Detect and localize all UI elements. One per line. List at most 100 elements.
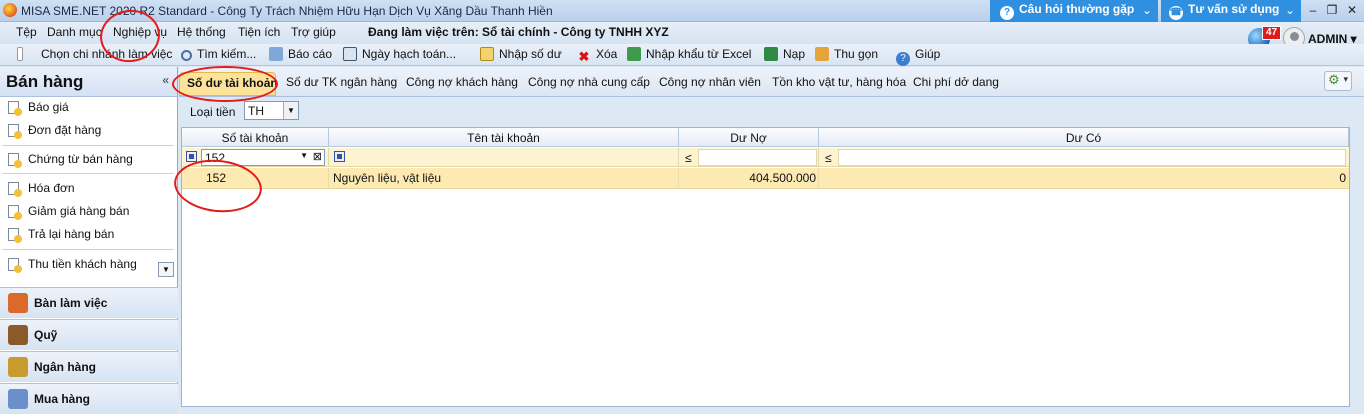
document-icon: [8, 228, 22, 243]
sidebar-item-label: Báo giá: [28, 100, 69, 114]
tab-bank-balance[interactable]: Số dư TK ngân hàng: [286, 75, 397, 89]
delete-button[interactable]: ✖ Xóa: [577, 47, 618, 64]
sidebar-item-label: Trả lại hàng bán: [28, 227, 115, 241]
chevron-down-icon[interactable]: ▼: [283, 102, 298, 119]
currency-value: TH: [248, 104, 264, 118]
working-on-label: Đang làm việc trên: Sổ tài chính - Công …: [368, 25, 669, 39]
tab-wip-cost[interactable]: Chi phí dở dang: [913, 75, 999, 89]
menu-file[interactable]: Tệp: [16, 25, 37, 39]
misa-logo-icon: [3, 3, 17, 17]
column-header-debit[interactable]: Dư Nợ: [679, 128, 819, 147]
credit-filter-input[interactable]: [838, 149, 1346, 166]
sidebar-item-customer-receipt[interactable]: Thu tiền khách hàng: [0, 254, 176, 276]
filter-row: 152 ▼ ⊠ ≤ ≤: [182, 148, 1349, 167]
load-button[interactable]: Nạp: [764, 47, 805, 61]
cell-debit[interactable]: 404.500.000: [679, 168, 819, 189]
restore-button[interactable]: ❐: [1324, 2, 1340, 18]
filter-cell-credit[interactable]: ≤: [819, 148, 1349, 167]
module-workspace[interactable]: Bàn làm việc: [0, 287, 178, 318]
module-purchasing[interactable]: Mua hàng: [0, 383, 178, 414]
sidebar-item-invoice[interactable]: Hóa đơn: [0, 178, 176, 200]
document-icon: [8, 101, 22, 116]
chevron-down-icon: ⌄: [1284, 3, 1295, 17]
menu-bar: Tệp Danh mục Nghiệp vụ Hệ thống Tiện ích…: [0, 22, 1364, 44]
tab-supplier-debt[interactable]: Công nợ nhà cung cấp: [528, 75, 650, 89]
tab-customer-debt[interactable]: Công nợ khách hàng: [406, 75, 518, 89]
enter-balance-button[interactable]: Nhập số dư: [480, 47, 562, 61]
sidebar-title: Bán hàng: [6, 72, 84, 91]
enter-balance-label: Nhập số dư: [499, 47, 562, 61]
module-label: Bàn làm việc: [34, 296, 108, 310]
sidebar-item-sales-order[interactable]: Đơn đặt hàng: [0, 120, 176, 142]
chevron-down-icon[interactable]: ▼: [300, 151, 308, 160]
currency-select[interactable]: TH ▼: [244, 101, 299, 120]
gear-icon[interactable]: ⚙: [1324, 71, 1352, 91]
filter-operator[interactable]: ≤: [825, 151, 832, 165]
table-row[interactable]: 152 Nguyên liệu, vật liệu 404.500.000 0: [182, 168, 1349, 189]
module-bank[interactable]: Ngân hàng: [0, 351, 178, 382]
question-icon: ?: [1000, 6, 1014, 20]
filter-operator-icon[interactable]: [186, 151, 197, 162]
menu-system[interactable]: Hệ thống: [177, 25, 226, 39]
report-button[interactable]: Báo cáo: [269, 47, 332, 61]
document-icon: [8, 153, 22, 168]
sidebar-item-sales-discount[interactable]: Giảm giá hàng bán: [0, 201, 176, 223]
cell-credit[interactable]: 0: [819, 168, 1349, 189]
filter-cell-account: 152 ▼ ⊠: [182, 148, 329, 167]
account-filter-input[interactable]: 152 ▼ ⊠: [201, 149, 325, 166]
cell-account-name[interactable]: Nguyên liệu, vật liệu: [329, 168, 679, 189]
sidebar-item-sales-return[interactable]: Trả lại hàng bán: [0, 224, 176, 246]
tab-inventory[interactable]: Tồn kho vật tư, hàng hóa: [772, 75, 906, 89]
menu-utilities[interactable]: Tiện ích: [238, 25, 280, 39]
tab-label: Số dư tài khoản: [187, 76, 278, 90]
posting-date-button[interactable]: Ngày hạch toán...: [343, 47, 456, 61]
chevron-down-icon: ⌄: [1141, 3, 1152, 17]
minimize-button[interactable]: –: [1305, 2, 1321, 18]
sidebar-divider: [2, 249, 174, 250]
headset-icon: ☎: [1169, 6, 1183, 20]
sidebar-item-label: Giảm giá hàng bán: [28, 204, 130, 218]
faq-button[interactable]: ? Câu hỏi thường gặp ⌄: [990, 0, 1158, 22]
sidebar-item-quotation[interactable]: Báo giá: [0, 97, 176, 119]
tab-employee-debt[interactable]: Công nợ nhân viên: [659, 75, 761, 89]
collapse-sidebar-icon[interactable]: «: [162, 73, 169, 87]
clear-filter-icon[interactable]: ⊠: [313, 150, 322, 163]
excel-icon: [627, 47, 641, 61]
help-button[interactable]: ? Giúp: [896, 47, 940, 66]
title-bar: MISA SME.NET 2020 R2 Standard - Công Ty …: [0, 0, 1364, 22]
sidebar-scroll-down-button[interactable]: ▼: [158, 262, 174, 277]
document-icon: [8, 182, 22, 197]
support-label: Tư vấn sử dụng: [1188, 2, 1280, 16]
currency-label: Loại tiền: [190, 105, 236, 119]
sidebar-divider: [2, 145, 174, 146]
search-button[interactable]: Tìm kiếm...: [181, 47, 256, 61]
notification-badge: 47: [1262, 26, 1282, 40]
menu-help[interactable]: Trợ giúp: [291, 25, 336, 39]
cell-account-number[interactable]: 152: [182, 168, 329, 189]
collapse-button[interactable]: Thu gọn: [815, 47, 878, 61]
import-excel-button[interactable]: Nhập khẩu từ Excel: [627, 47, 751, 61]
sidebar-item-sales-voucher[interactable]: Chứng từ bán hàng: [0, 149, 176, 171]
sidebar-item-label: Chứng từ bán hàng: [28, 152, 133, 166]
safe-icon: [8, 325, 28, 345]
branch-button[interactable]: Chọn chi nhánh làm việc: [17, 47, 172, 61]
module-label: Mua hàng: [34, 392, 90, 406]
close-button[interactable]: ✕: [1344, 2, 1360, 18]
delete-label: Xóa: [596, 47, 618, 61]
bank-icon: [8, 357, 28, 377]
support-button[interactable]: ☎ Tư vấn sử dụng ⌄: [1161, 0, 1301, 22]
column-header-account-number[interactable]: Số tài khoản: [182, 128, 329, 147]
filter-cell-debit[interactable]: ≤: [679, 148, 819, 167]
menu-catalog[interactable]: Danh mục: [47, 25, 102, 39]
column-header-account-name[interactable]: Tên tài khoản: [329, 128, 679, 147]
column-header-credit[interactable]: Dư Có: [819, 128, 1349, 147]
search-label: Tìm kiếm...: [197, 47, 257, 61]
balance-tabs: Số dư tài khoản Số dư TK ngân hàng Công …: [179, 67, 1364, 97]
module-cash[interactable]: Quỹ: [0, 319, 178, 350]
debit-filter-input[interactable]: [698, 149, 817, 166]
menu-operations[interactable]: Nghiệp vụ: [113, 25, 167, 39]
filter-cell-name[interactable]: [329, 148, 679, 167]
filter-operator[interactable]: ≤: [685, 151, 692, 165]
filter-operator-icon[interactable]: [334, 151, 345, 162]
tab-account-balance[interactable]: Số dư tài khoản: [179, 72, 278, 96]
